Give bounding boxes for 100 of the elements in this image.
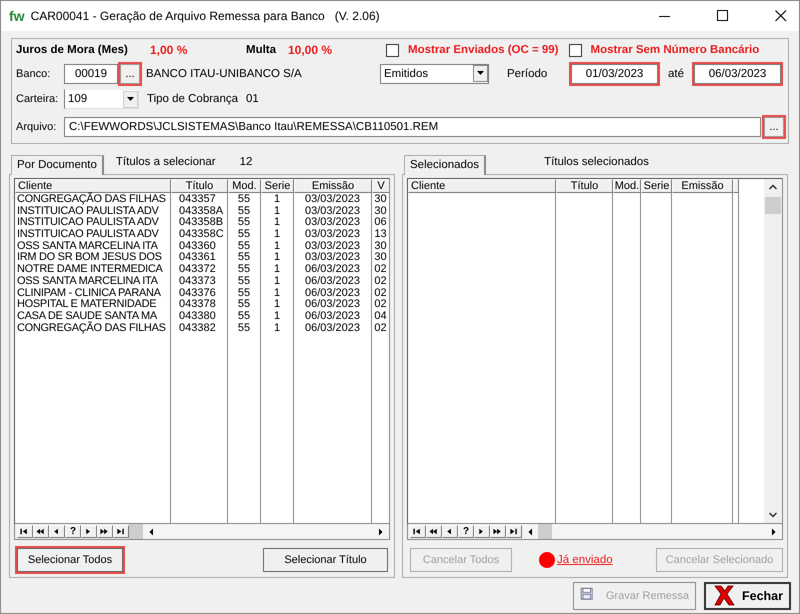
table-cell: OSS SANTA MARCELINA ITA <box>15 274 171 286</box>
fast-forward-icon[interactable] <box>490 525 506 538</box>
table-cell: 55 <box>228 322 261 334</box>
table-cell: 06/03/2023 <box>294 286 372 298</box>
table-cell: CONGREGAÇÃO DAS FILHAS <box>15 322 171 334</box>
tab[interactable]: Por Documento <box>11 155 104 175</box>
table-cell: 03/03/2023 <box>294 204 372 216</box>
table-cell: 043382 <box>179 322 216 334</box>
panel-caption: Títulos selecionados <box>544 156 649 170</box>
table-cell-text: 02 <box>373 263 388 275</box>
column-header[interactable]: Mod. <box>613 179 641 193</box>
column-header[interactable]: Cliente <box>408 179 556 193</box>
last-icon[interactable] <box>506 525 522 538</box>
help-button[interactable]: ? <box>458 525 474 538</box>
table-cell: 55 <box>228 274 261 286</box>
table-cell: 1 <box>261 251 294 264</box>
action-button[interactable]: Selecionar Todos <box>17 548 123 572</box>
banco-code-field[interactable]: 00019 <box>64 64 118 84</box>
checkbox[interactable] <box>568 44 582 56</box>
horizontal-scrollbar[interactable] <box>129 524 389 539</box>
status-dropdown[interactable]: Emitidos <box>380 64 489 84</box>
table-cell: INSTITUICAO PAULISTA ADV <box>15 216 171 228</box>
window-version: (V. 2.06) <box>334 9 380 23</box>
table-cell: 06/03/2023 <box>294 322 372 334</box>
first-icon[interactable] <box>17 525 33 538</box>
help-button[interactable]: ? <box>65 525 81 538</box>
table-cell: 1 <box>261 216 294 228</box>
column-header[interactable]: Título <box>556 179 613 193</box>
table-cell: 1 <box>261 310 294 322</box>
table-cell: 55 <box>228 193 261 205</box>
file-path-field[interactable]: C:\FEWWORDS\JCLSISTEMAS\Banco Itau\REMESSA\CB110501.REM <box>64 116 761 136</box>
maximize-icon[interactable] <box>717 10 729 22</box>
rewind-icon[interactable] <box>33 525 49 538</box>
table-cell: 043376 <box>179 286 216 298</box>
close-icon[interactable] <box>775 10 787 22</box>
date-field[interactable]: 01/03/2023 <box>571 64 658 84</box>
column-header[interactable]: Emissão <box>672 179 733 193</box>
date-field[interactable]: 06/03/2023 <box>694 64 781 84</box>
periodo-label: Período <box>507 68 548 80</box>
rewind-icon[interactable] <box>426 525 442 538</box>
first-icon[interactable] <box>410 525 426 538</box>
table-cell-text: 30 <box>373 204 388 216</box>
tipo-label: Tipo de Cobrança <box>147 93 238 105</box>
fast-forward-icon[interactable] <box>97 525 113 538</box>
horizontal-scrollbar[interactable] <box>522 524 782 539</box>
checkbox-label: Mostrar Sem Número Bancário <box>590 44 760 56</box>
browse-button[interactable]: ... <box>764 116 784 136</box>
table-cell: 043372 <box>179 263 216 275</box>
table-cell: 043358 <box>179 204 216 216</box>
juros-label: Juros de Mora (Mes) <box>16 44 129 56</box>
action-button[interactable]: Selecionar Título <box>263 548 388 572</box>
table-cell: NOTRE DAME INTERMEDICA <box>15 263 171 275</box>
table-cell: C <box>216 228 224 240</box>
column-header[interactable]: Mod. <box>228 179 261 193</box>
table-cell: 55 <box>228 228 261 240</box>
browse-button[interactable]: ... <box>120 64 140 84</box>
table-cell: 1 <box>261 263 294 275</box>
table-cell: CONGREGAÇÃO DAS FILHAS <box>15 193 171 205</box>
next-icon[interactable] <box>81 525 97 538</box>
scroll-thumb[interactable] <box>129 524 143 539</box>
tab[interactable]: Selecionados <box>404 155 486 175</box>
previous-icon[interactable] <box>442 525 458 538</box>
table-cell: 06/03/2023 <box>294 274 372 286</box>
table-cell: CLINIPAM - CLINICA PARANA <box>15 286 171 298</box>
table-cell-text: 02 <box>373 298 388 310</box>
table-cell: 043361 <box>179 251 216 264</box>
column-header[interactable]: Serie <box>261 179 294 193</box>
table-cell: 55 <box>228 263 261 275</box>
count-label: 12 <box>240 156 252 170</box>
table-cell-text: 04 <box>373 310 388 322</box>
table-cell-text: 30 <box>373 193 388 205</box>
legend-link[interactable]: Já enviado <box>557 554 613 566</box>
table-cell: HOSPITAL E MATERNIDADE <box>15 298 171 310</box>
table-cell: 03/03/2023 <box>294 216 372 228</box>
table-cell: B <box>216 216 224 228</box>
column-header[interactable]: Serie <box>641 179 672 193</box>
carteira-label: Carteira: <box>16 93 60 105</box>
last-icon[interactable] <box>113 525 129 538</box>
table-cell: 55 <box>228 204 261 216</box>
table-cell: 1 <box>261 322 294 334</box>
scroll-thumb[interactable] <box>538 524 552 539</box>
table-cell: 55 <box>228 251 261 264</box>
vertical-scrollbar[interactable] <box>764 179 782 523</box>
column-header[interactable]: Emissão <box>294 179 372 193</box>
column-header[interactable]: Cliente <box>15 179 171 193</box>
previous-icon[interactable] <box>49 525 65 538</box>
carteira-dropdown[interactable]: 109 <box>64 89 139 109</box>
next-icon[interactable] <box>474 525 490 538</box>
column-header[interactable]: Título <box>171 179 228 193</box>
column-header[interactable]: V <box>372 179 389 193</box>
table-cell: 1 <box>261 274 294 286</box>
scroll-thumb[interactable] <box>765 197 781 214</box>
checkbox[interactable] <box>386 44 399 56</box>
table-cell: 03/03/2023 <box>294 240 372 252</box>
action-button[interactable]: Fechar <box>704 582 791 610</box>
column-header[interactable] <box>733 179 739 193</box>
table-cell: 1 <box>261 240 294 252</box>
table-cell: 1 <box>261 228 294 240</box>
table-cell: 1 <box>261 286 294 298</box>
juros-value: 1,00 % <box>150 43 188 57</box>
